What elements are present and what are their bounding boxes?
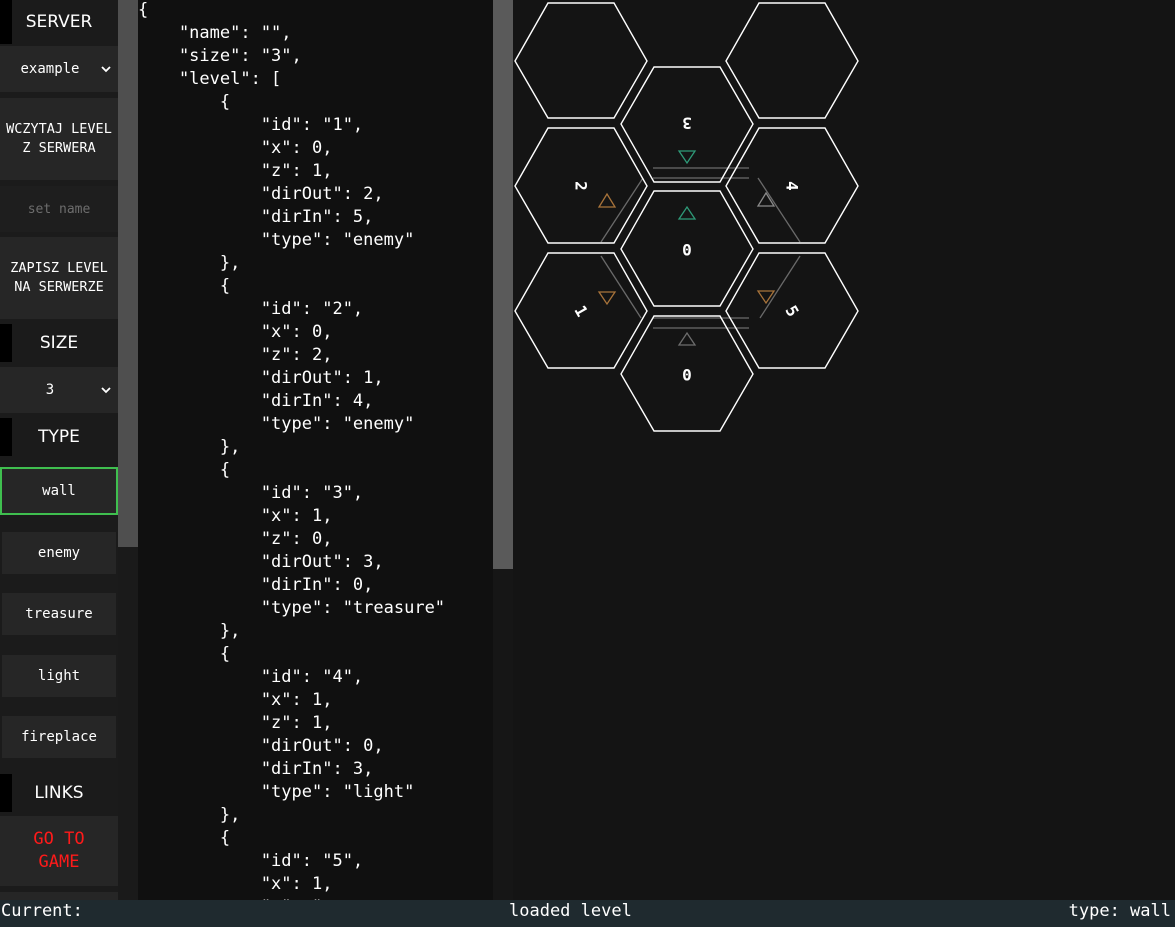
section-marker (0, 324, 12, 362)
type-button-wall[interactable]: wall (0, 467, 118, 515)
status-bar: Current: loaded level type: wall (0, 900, 1175, 927)
hex-label: 5 (781, 302, 802, 320)
sidebar-scrollbar-thumb[interactable] (118, 0, 138, 547)
type-button-treasure[interactable]: treasure (2, 593, 116, 635)
arrow-down-icon (677, 150, 697, 165)
chevron-down-icon (101, 66, 111, 73)
type-button-light[interactable]: light (2, 655, 116, 697)
sidebar-scrollbar-track[interactable] (118, 547, 138, 900)
hex-label: 4 (783, 181, 802, 191)
partial-button (0, 892, 118, 900)
arrow-up-icon (677, 205, 697, 220)
hex-label: 3 (682, 114, 692, 133)
save-level-button[interactable]: ZAPISZ LEVEL NA SERWERZE (0, 237, 118, 319)
status-current: Current: (1, 901, 83, 921)
size-select[interactable]: 3 (0, 367, 118, 413)
section-marker (0, 0, 12, 44)
size-select-value: 3 (45, 382, 55, 398)
arrow-up-icon (597, 192, 617, 208)
editor-scrollbar-thumb[interactable] (493, 0, 513, 569)
json-editor[interactable]: { "name": "", "size": "3", "level": [ { … (138, 0, 493, 900)
server-heading-label: SERVER (25, 12, 93, 32)
type-heading-label: TYPE (38, 427, 80, 447)
size-heading: SIZE (0, 324, 118, 362)
type-button-fireplace[interactable]: fireplace (2, 716, 116, 758)
chevron-down-icon (101, 387, 111, 394)
size-heading-label: SIZE (39, 333, 79, 353)
arrow-down-icon (597, 291, 617, 306)
hex-tile[interactable] (725, 2, 859, 119)
status-type: type: wall (1068, 901, 1171, 921)
links-heading: LINKS (0, 774, 118, 812)
server-select[interactable]: example (0, 46, 118, 92)
hex-connectors (600, 167, 801, 329)
hex-board-canvas: 3 2 4 0 1 5 0 (514, 2, 859, 432)
server-heading: SERVER (0, 0, 118, 44)
links-heading-label: LINKS (34, 783, 84, 803)
hex-label: 0 (682, 241, 692, 260)
json-text[interactable]: { "name": "", "size": "3", "level": [ { … (138, 0, 445, 900)
go-to-game-link[interactable]: GO TO GAME (0, 816, 118, 886)
type-button-enemy[interactable]: enemy (2, 532, 116, 574)
status-message: loaded level (509, 901, 632, 921)
type-heading: TYPE (0, 418, 118, 456)
hex-board: 3 2 4 0 1 5 0 (513, 0, 1175, 900)
sidebar: SERVER example WCZYTAJ LEVEL Z SERWERA Z… (0, 0, 118, 900)
level-name-input[interactable] (0, 186, 118, 232)
arrow-up-icon (677, 331, 697, 346)
hex-labels: 3 2 4 0 1 5 0 (570, 114, 802, 385)
hex-label: 2 (572, 181, 591, 191)
hex-label: 0 (682, 366, 692, 385)
load-level-button[interactable]: WCZYTAJ LEVEL Z SERWERA (0, 98, 118, 180)
editor-scrollbar-track[interactable] (493, 569, 513, 900)
hex-label: 1 (570, 302, 591, 320)
hex-tile[interactable] (514, 2, 648, 119)
server-select-value: example (20, 61, 80, 77)
section-marker (0, 418, 12, 456)
section-marker (0, 774, 12, 812)
